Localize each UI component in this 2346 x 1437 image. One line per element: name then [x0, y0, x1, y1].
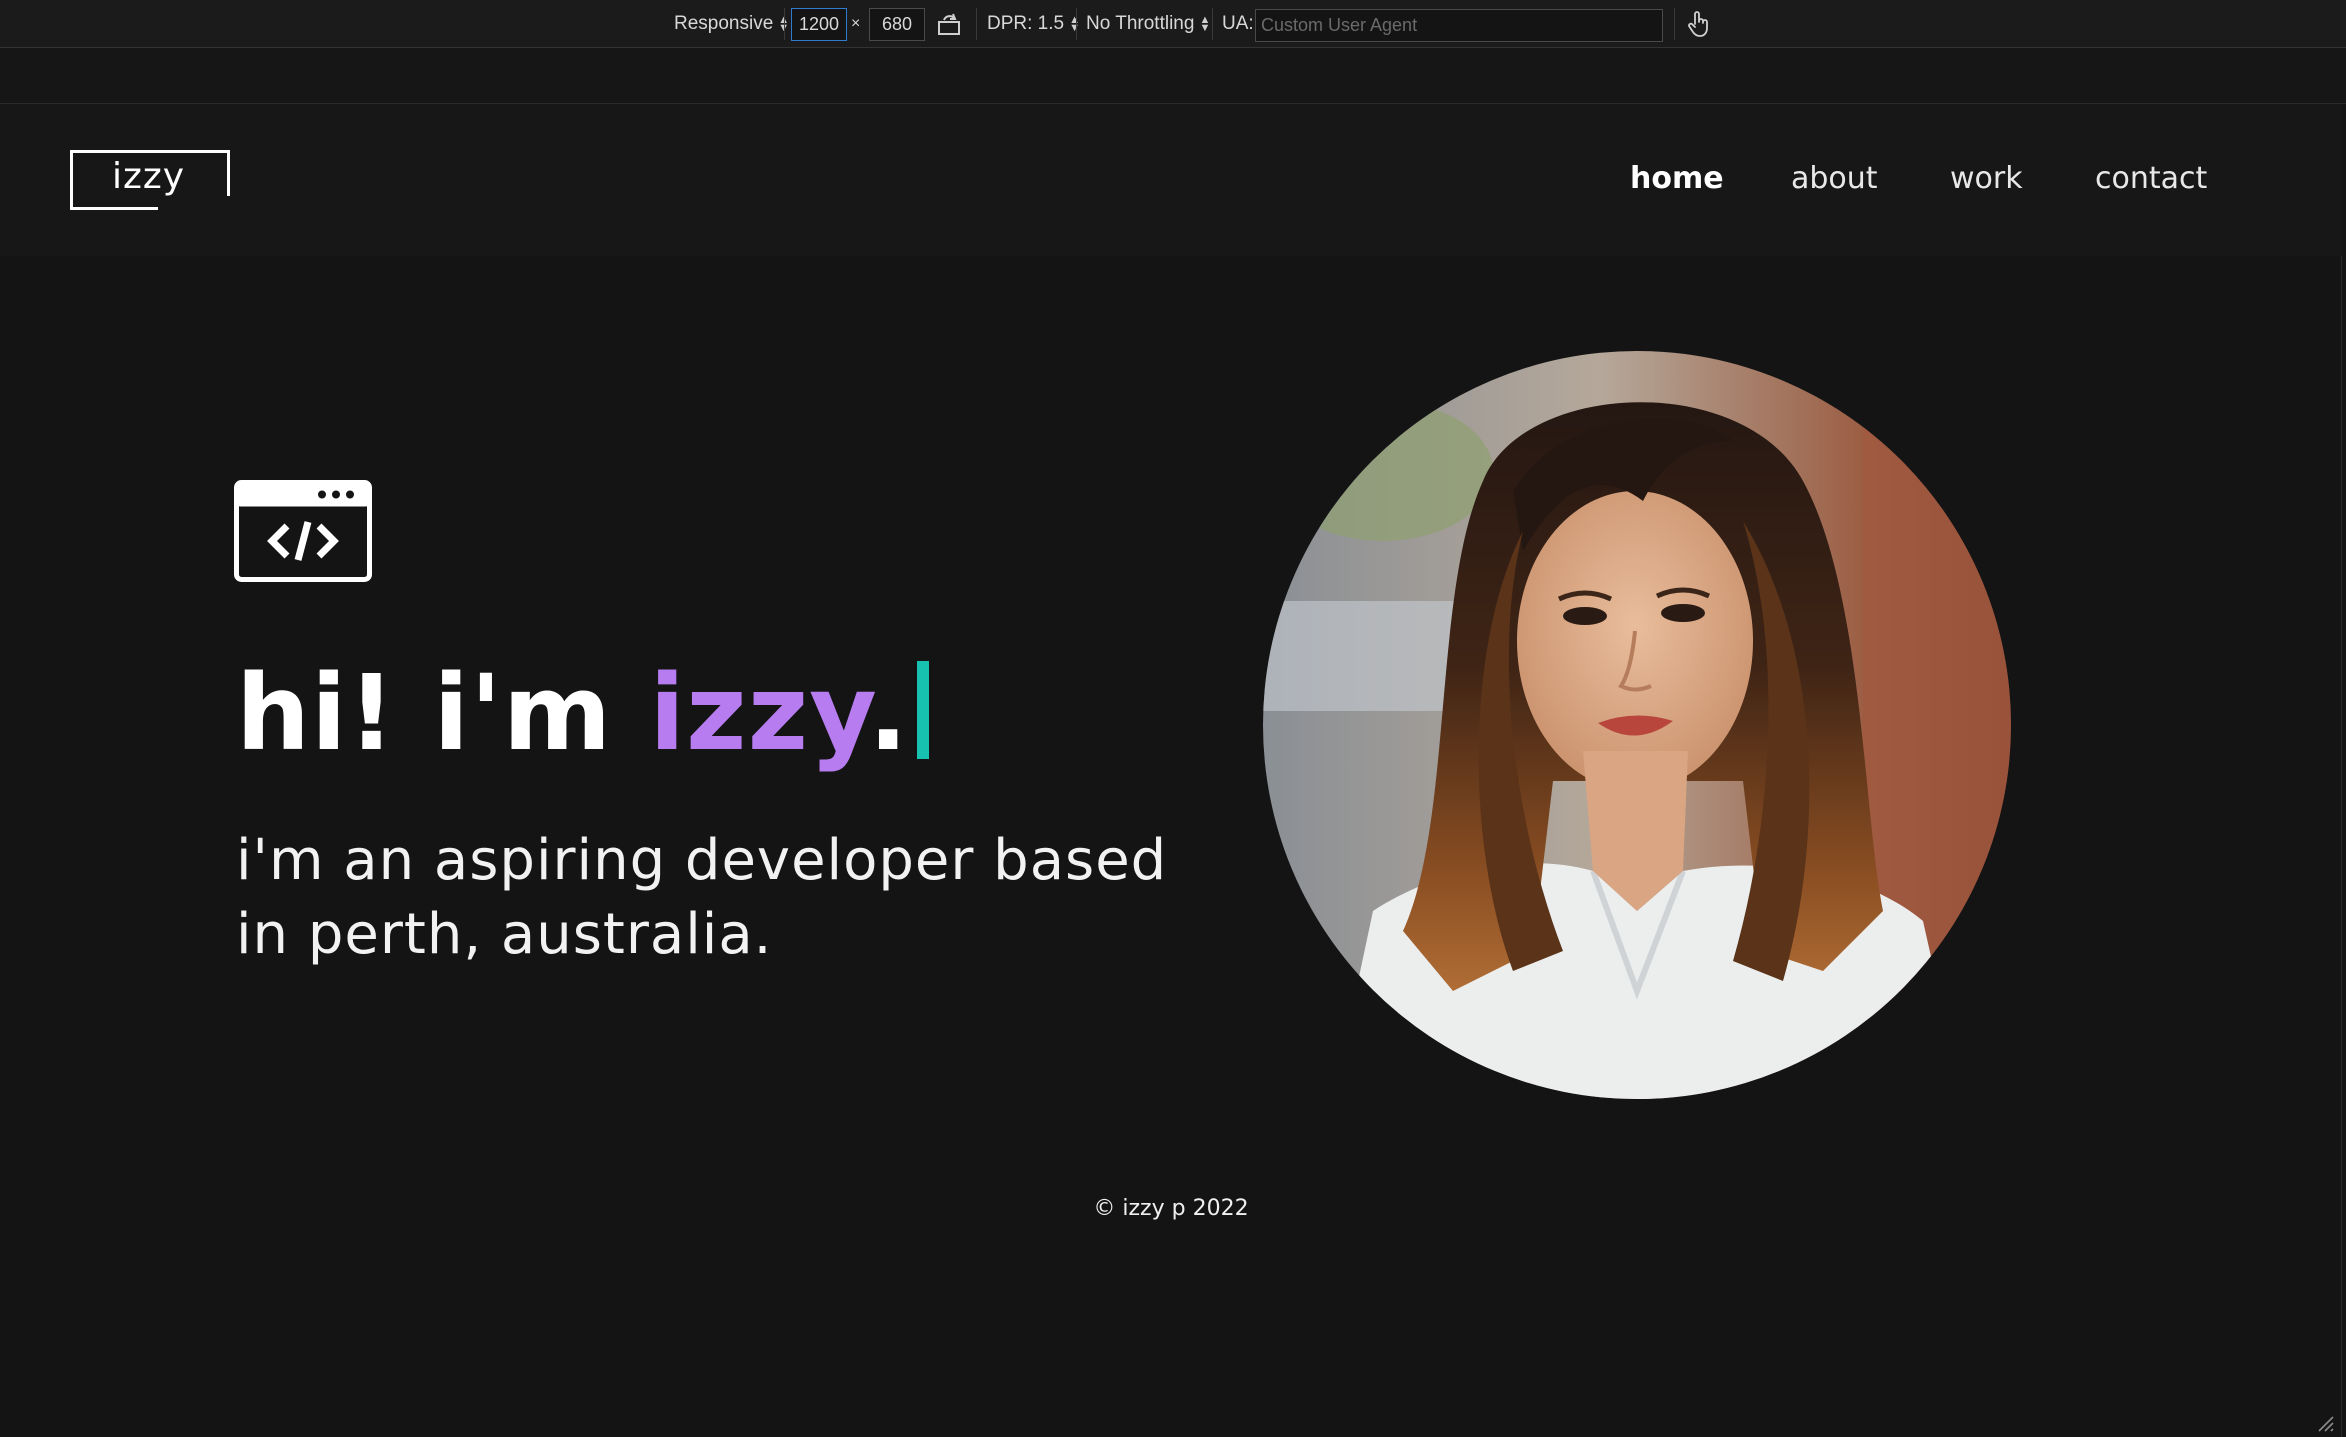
toolbar-divider [1076, 8, 1077, 40]
nav-link-work[interactable]: work [1950, 161, 2023, 196]
device-mode-label: Responsive [674, 13, 774, 34]
logo-border [70, 150, 73, 210]
viewport-width-input[interactable]: 1200 [791, 7, 847, 41]
logo-border [70, 207, 158, 210]
toolbar-divider [976, 8, 977, 40]
toolbar-divider [1212, 8, 1213, 40]
dpr-label: DPR: 1.5 [987, 13, 1065, 34]
nav-link-about[interactable]: about [1791, 161, 1878, 196]
rotate-button[interactable] [936, 0, 962, 48]
hero-heading: hi! i'm izzy. [236, 652, 929, 774]
page-viewport: izzy home about work contact hi! i'm izz… [0, 104, 2342, 1437]
touch-hand-icon [1688, 11, 1708, 37]
select-arrows-icon: ▲▼ [1199, 14, 1211, 34]
hero-subtitle: i'm an aspiring developer based in perth… [236, 828, 1168, 967]
nav-link-contact[interactable]: contact [2095, 161, 2207, 196]
hero-name: izzy [649, 652, 869, 774]
dimension-separator: × [851, 15, 861, 32]
ua-label: UA: [1222, 13, 1254, 34]
logo-border [70, 150, 230, 153]
toolbar-divider [1674, 8, 1675, 40]
devtools-responsive-toolbar: Responsive ▲▼ 1200 × 680 DPR: 1.5 ▲▼ No … [0, 0, 2346, 48]
site-logo[interactable]: izzy [70, 150, 230, 210]
user-agent-input[interactable]: Custom User Agent [1255, 9, 1663, 42]
nav-link-home[interactable]: home [1630, 161, 1724, 196]
resize-handle-icon[interactable] [2313, 1411, 2335, 1433]
touch-simulation-button[interactable] [1687, 0, 1711, 48]
profile-photo-illustration [1263, 351, 2011, 1099]
throttling-label: No Throttling [1086, 13, 1195, 34]
typing-cursor [916, 661, 929, 759]
site-header: izzy home about work contact [0, 104, 2342, 256]
footer-copyright: © izzy p 2022 [1093, 1196, 1249, 1221]
throttling-select[interactable]: No Throttling ▲ ▼ [1086, 0, 1210, 48]
select-arrows-icon: ▲▼ [1069, 14, 1080, 34]
toolbar-divider [784, 8, 785, 40]
device-mode-select[interactable]: Responsive ▲▼ [674, 0, 789, 48]
logo-text: izzy [112, 156, 186, 197]
viewport-height-input[interactable]: 680 [869, 7, 925, 41]
hero-punctuation: . [868, 652, 909, 774]
dpr-select[interactable]: DPR: 1.5 ▲ ▼ [987, 0, 1080, 48]
viewport-margin [0, 48, 2346, 104]
hero-greeting: hi! i'm [236, 652, 650, 774]
profile-photo [1263, 351, 2011, 1099]
code-window-icon [234, 480, 372, 582]
rotate-icon [938, 13, 960, 35]
logo-border [227, 150, 230, 196]
